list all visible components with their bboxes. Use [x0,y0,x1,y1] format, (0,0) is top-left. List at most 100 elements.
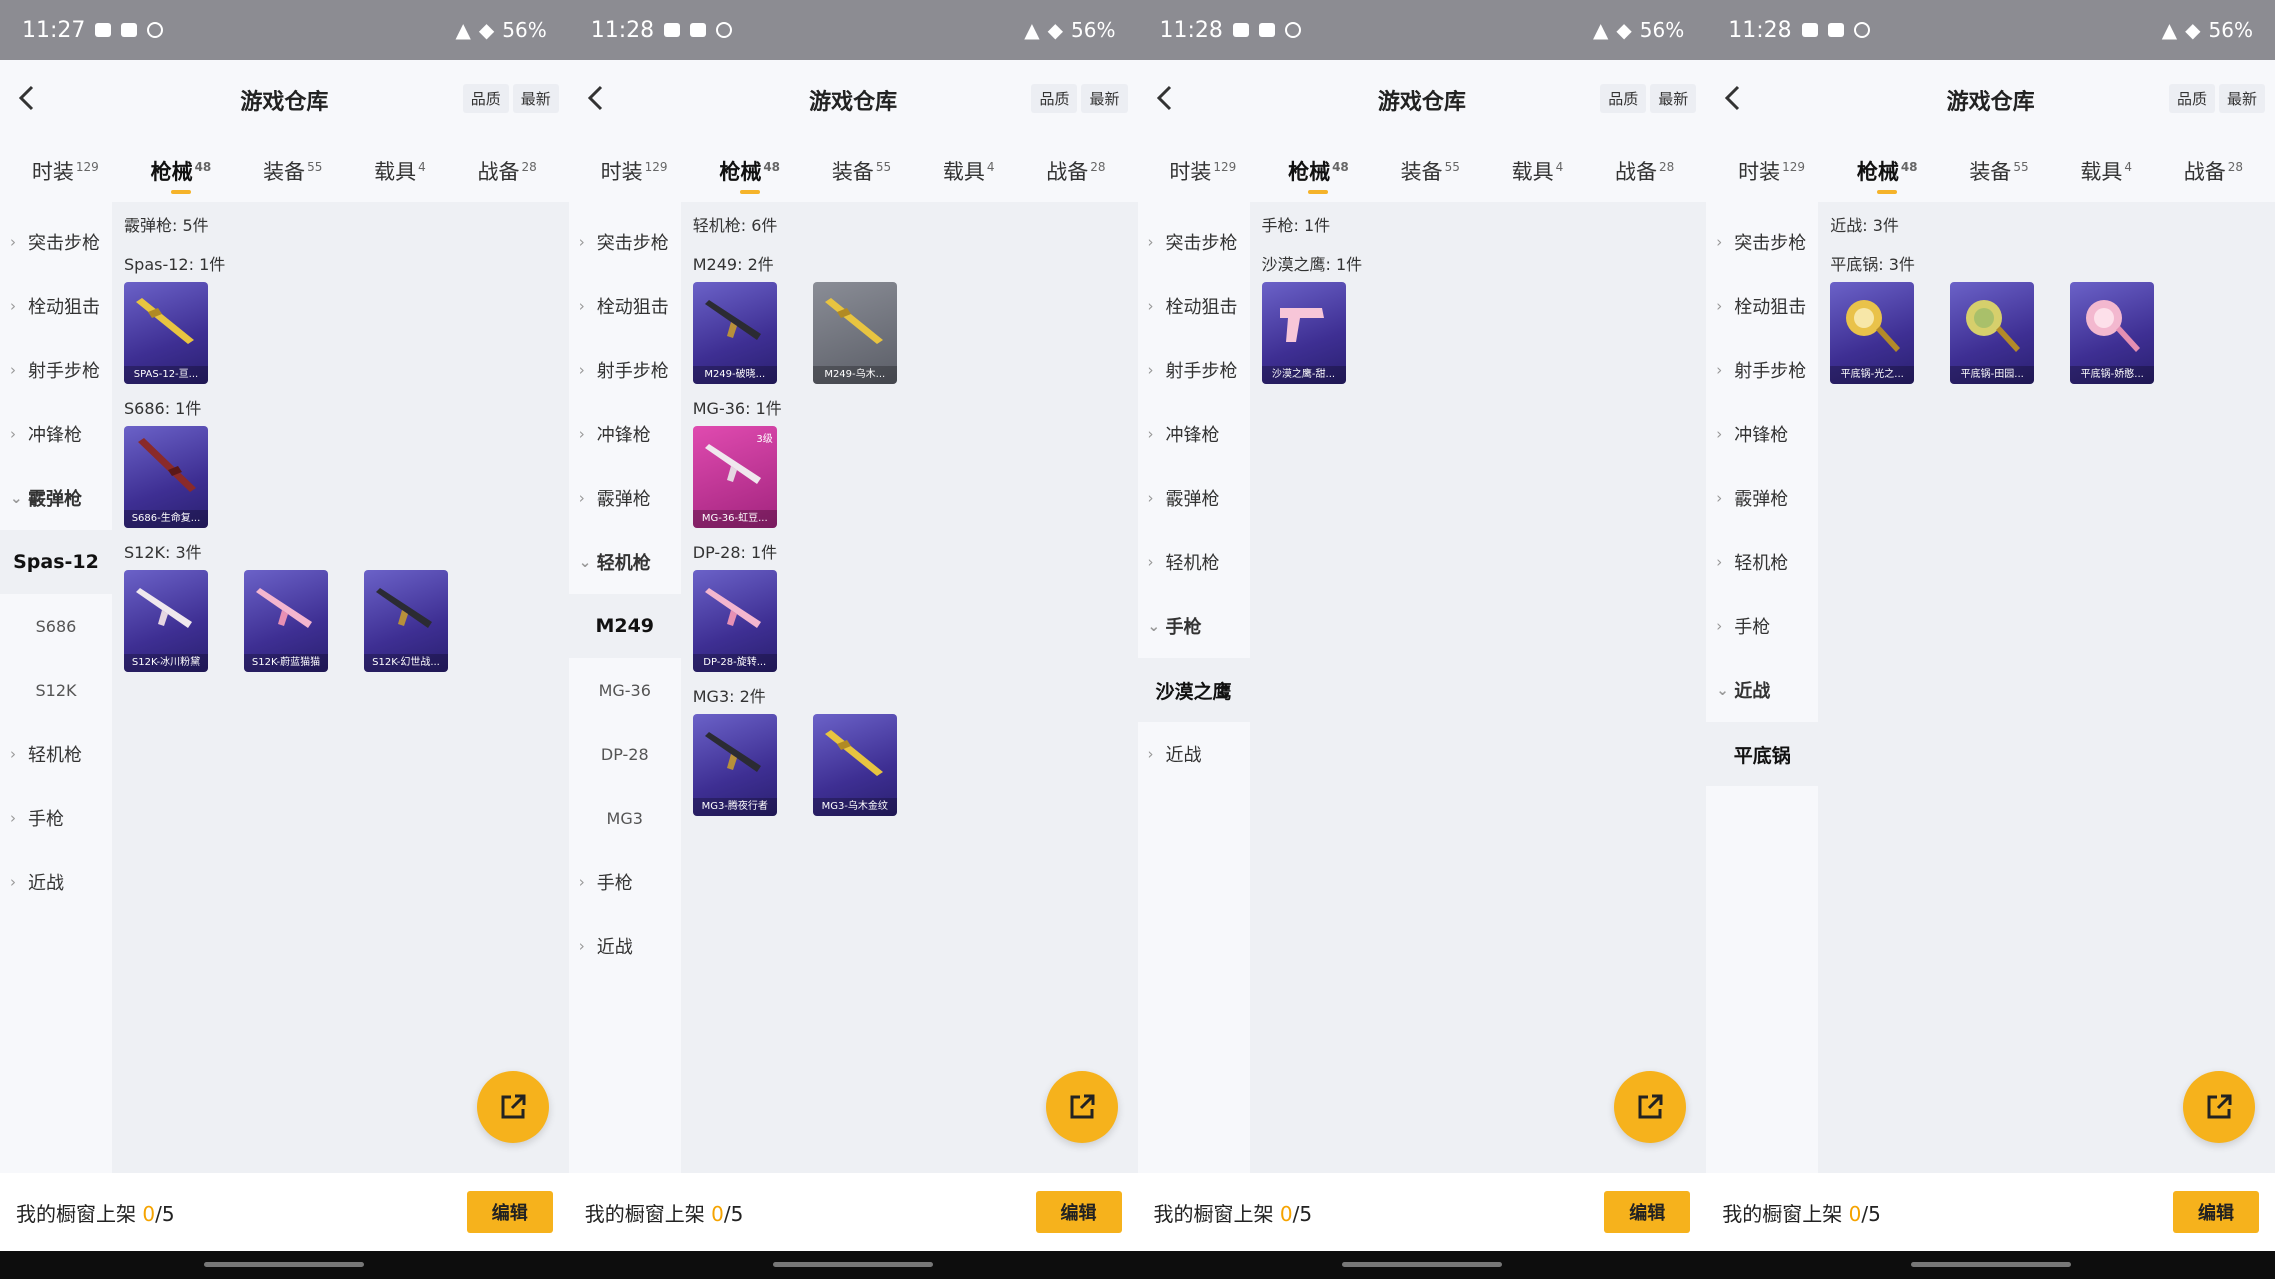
sidebar-category[interactable]: › 栓动狙击 [0,274,112,338]
tab-4[interactable]: 战备 28 [1611,148,1678,194]
tab-0[interactable]: 时装 129 [1165,148,1240,194]
sidebar-subitem[interactable]: M249 [568,594,681,658]
sidebar-category[interactable]: › 射手步枪 [1138,338,1250,402]
sidebar-category[interactable]: › 射手步枪 [0,338,112,402]
sidebar-category[interactable]: › 冲锋枪 [1706,402,1818,466]
item-card[interactable]: MG3-腾夜行者 [692,714,777,816]
sidebar-category[interactable]: ⌄ 近战 [1706,658,1818,722]
sidebar-category[interactable]: › 霰弹枪 [569,466,681,530]
sidebar-category[interactable]: › 近战 [1138,722,1250,786]
chevron-right-icon: › [578,297,585,315]
tab-0[interactable]: 时装 129 [1734,148,1809,194]
sidebar-category[interactable]: ⌄ 手枪 [1138,594,1250,658]
item-card[interactable]: S12K-冰川粉黛 [124,570,208,672]
sidebar-category[interactable]: › 栓动狙击 [569,274,681,338]
sidebar-category[interactable]: › 轻机枪 [1706,530,1818,594]
item-card[interactable]: M249-乌木... [812,282,897,384]
sidebar-category[interactable]: › 手枪 [569,850,681,914]
tab-2[interactable]: 装备 55 [259,148,326,194]
sidebar-category[interactable]: › 射手步枪 [1706,338,1818,402]
tab-2[interactable]: 装备 55 [1965,148,2032,194]
sort-quality-button[interactable]: 品质 [2168,84,2215,113]
item-card[interactable]: S686-生命复... [124,426,208,528]
share-external-icon [1638,1094,1663,1119]
sidebar-category[interactable]: › 霰弹枪 [1138,466,1250,530]
sort-quality-button[interactable]: 品质 [1600,84,1647,113]
share-button[interactable] [1045,1071,1118,1143]
sidebar-subitem[interactable]: 沙漠之鹰 [1137,658,1250,722]
tab-1[interactable]: 枪械 48 [715,148,784,194]
tab-3[interactable]: 载具 4 [939,148,999,194]
sidebar-category[interactable]: › 冲锋枪 [0,402,112,466]
sidebar-category[interactable]: ⌄ 轻机枪 [569,530,681,594]
tab-4[interactable]: 战备 28 [2180,148,2247,194]
item-card[interactable]: MG3-乌木金纹 [812,714,897,816]
sidebar-subitem[interactable]: MG3 [569,786,681,850]
edit-button[interactable]: 编辑 [2173,1191,2259,1233]
tab-4[interactable]: 战备 28 [474,148,541,194]
share-button[interactable] [476,1071,549,1143]
sort-latest-button[interactable]: 最新 [1081,84,1128,113]
tab-1[interactable]: 枪械 48 [1853,148,1922,194]
sidebar-category[interactable]: › 栓动狙击 [1706,274,1818,338]
item-card[interactable]: S12K-蔚蓝猫猫 [244,570,328,672]
tab-0[interactable]: 时装 129 [28,148,103,194]
item-card[interactable]: M249-破晓... [692,282,777,384]
sort-quality-button[interactable]: 品质 [462,84,509,113]
item-card[interactable]: S12K-幻世战... [364,570,448,672]
item-card[interactable]: 平底锅-田园... [1950,282,2035,384]
sidebar-category[interactable]: › 冲锋枪 [569,402,681,466]
tab-2[interactable]: 装备 55 [1397,148,1464,194]
home-indicator[interactable] [204,1262,365,1267]
battery-level: 56% [1639,18,1685,42]
section-title: 手枪: 1件 [1261,216,1331,235]
edit-button[interactable]: 编辑 [1604,1191,1691,1233]
home-indicator[interactable] [773,1262,934,1267]
sidebar-category[interactable]: › 手枪 [1706,594,1818,658]
item-card[interactable]: SPAS-12-亘... [124,282,208,384]
item-card[interactable]: DP-28-旋转... [692,570,777,672]
item-card[interactable]: 3级 MG-36-虹豆... [692,426,777,528]
item-card[interactable]: 平底锅-娇憨... [2070,282,2155,384]
sidebar-category[interactable]: › 突击步枪 [1138,210,1250,274]
sort-latest-button[interactable]: 最新 [512,84,559,113]
sidebar-category[interactable]: › 冲锋枪 [1138,402,1250,466]
sort-latest-button[interactable]: 最新 [2218,84,2265,113]
sidebar-category[interactable]: › 近战 [569,914,681,978]
sidebar-category[interactable]: ⌄ 霰弹枪 [0,466,112,530]
edit-button[interactable]: 编辑 [1035,1191,1122,1233]
sidebar-subitem[interactable]: S686 [0,594,112,658]
share-button[interactable] [1614,1071,1687,1143]
edit-button[interactable]: 编辑 [466,1191,553,1233]
item-card[interactable]: 平底锅-光之... [1830,282,1915,384]
sort-latest-button[interactable]: 最新 [1650,84,1697,113]
tab-0[interactable]: 时装 129 [597,148,672,194]
tab-4[interactable]: 战备 28 [1042,148,1109,194]
sidebar-category[interactable]: › 近战 [0,850,112,914]
tab-2[interactable]: 装备 55 [828,148,895,194]
sidebar-subitem[interactable]: MG-36 [569,658,681,722]
sidebar-category[interactable]: › 霰弹枪 [1706,466,1818,530]
sidebar-subitem[interactable]: Spas-12 [0,530,112,594]
share-button[interactable] [2183,1071,2255,1143]
sidebar-category[interactable]: › 射手步枪 [569,338,681,402]
sidebar-subitem[interactable]: 平底锅 [1706,722,1819,786]
sidebar-subitem[interactable]: S12K [0,658,112,722]
sidebar-subitem[interactable]: DP-28 [569,722,681,786]
home-indicator[interactable] [1341,1262,1502,1267]
item-card[interactable]: 沙漠之鹰-甜... [1261,282,1346,384]
sidebar-category[interactable]: › 突击步枪 [569,210,681,274]
tab-1[interactable]: 枪械 48 [1284,148,1353,194]
sidebar-category[interactable]: › 栓动狙击 [1138,274,1250,338]
sidebar-category[interactable]: › 轻机枪 [1138,530,1250,594]
sidebar-category[interactable]: › 突击步枪 [0,210,112,274]
tab-3[interactable]: 载具 4 [1508,148,1568,194]
sort-quality-button[interactable]: 品质 [1031,84,1078,113]
home-indicator[interactable] [1910,1262,2071,1267]
tab-3[interactable]: 载具 4 [370,148,430,194]
tab-1[interactable]: 枪械 48 [147,148,216,194]
sidebar-category[interactable]: › 突击步枪 [1706,210,1818,274]
tab-3[interactable]: 载具 4 [2076,148,2136,194]
sidebar-category[interactable]: › 轻机枪 [0,722,112,786]
sidebar-category[interactable]: › 手枪 [0,786,112,850]
